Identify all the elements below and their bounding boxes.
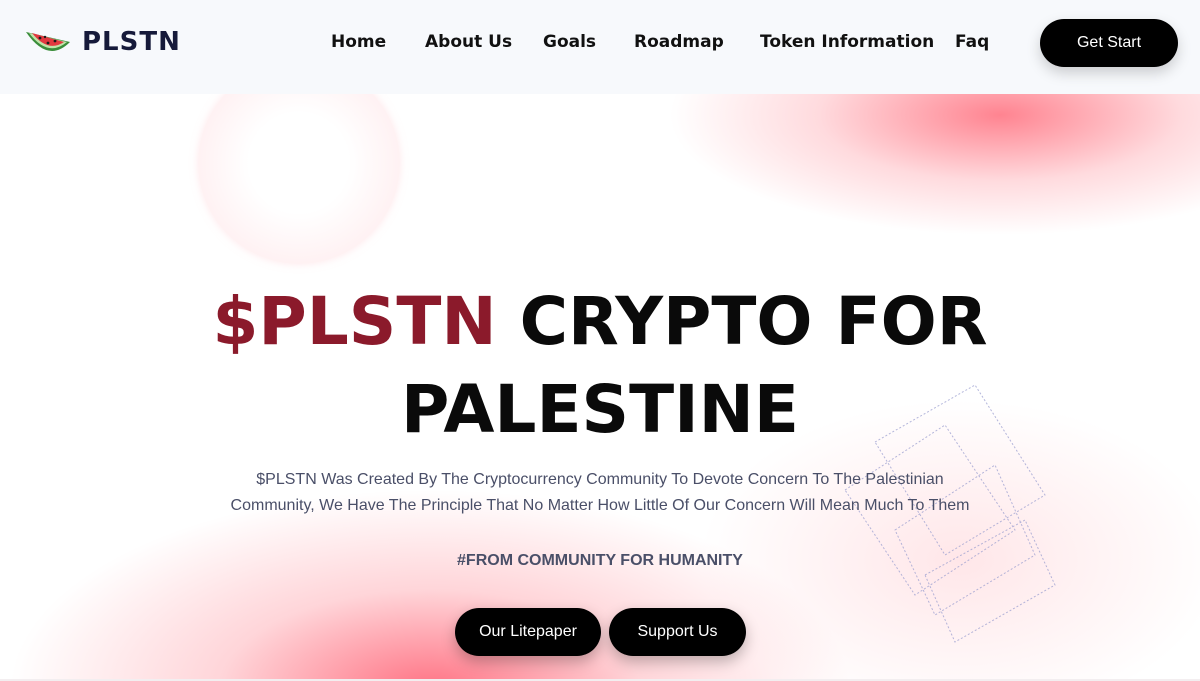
nav-item-goals[interactable]: Goals xyxy=(543,32,596,52)
nav-item-roadmap[interactable]: Roadmap xyxy=(634,32,724,52)
hero-tagline: #FROM COMMUNITY FOR HUMANITY xyxy=(457,552,743,569)
hero-title: $PLSTN CRYPTO FOR PALESTINE xyxy=(0,278,1200,454)
our-litepaper-button[interactable]: Our Litepaper xyxy=(455,608,601,656)
page: PLSTN Home About Us Goals Roadmap Token … xyxy=(0,0,1200,681)
get-start-button[interactable]: Get Start xyxy=(1040,19,1178,67)
site-header: PLSTN Home About Us Goals Roadmap Token … xyxy=(0,0,1200,94)
nav-item-home[interactable]: Home xyxy=(331,32,386,52)
hero-title-rest: CRYPTO FOR xyxy=(519,283,988,360)
brand-name: PLSTN xyxy=(82,27,181,57)
hero-title-accent: $PLSTN xyxy=(212,283,497,360)
nav-item-about-us[interactable]: About Us xyxy=(425,32,512,52)
nav-item-faq[interactable]: Faq xyxy=(955,32,989,52)
hero-description-line1: $PLSTN Was Created By The Cryptocurrency… xyxy=(256,471,944,488)
hero-description: $PLSTN Was Created By The Cryptocurrency… xyxy=(200,467,1000,519)
hero-description-line2: Community, We Have The Principle That No… xyxy=(230,497,970,514)
brand-logo[interactable]: PLSTN xyxy=(24,24,181,60)
nav-item-token-information[interactable]: Token Information xyxy=(760,32,934,52)
watermelon-slice-icon xyxy=(26,32,70,51)
hero-title-line2: PALESTINE xyxy=(401,371,799,448)
support-us-button[interactable]: Support Us xyxy=(609,608,746,656)
